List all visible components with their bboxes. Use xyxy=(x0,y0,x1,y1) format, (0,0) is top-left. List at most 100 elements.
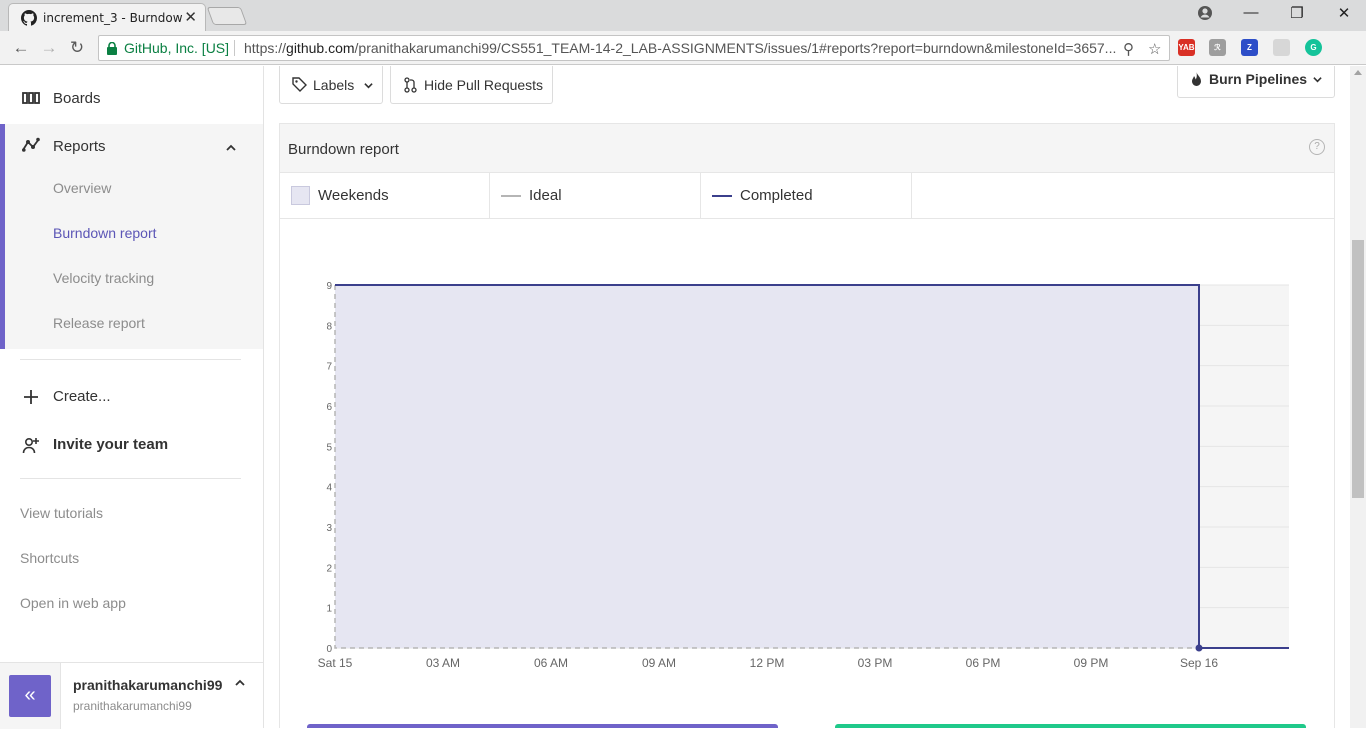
view-tutorials-link[interactable]: View tutorials xyxy=(20,505,103,521)
y-tick-label: 7 xyxy=(326,362,332,373)
page-scrollbar[interactable] xyxy=(1350,66,1366,728)
y-tick-label: 4 xyxy=(326,483,332,494)
x-tick-label: 03 PM xyxy=(858,656,893,670)
reports-section: Reports Overview Burndown report Velocit… xyxy=(0,124,263,349)
legend-ideal[interactable]: Ideal xyxy=(490,173,701,218)
main-content: Labels Hide Pull Requests Burn Pipelines… xyxy=(264,66,1350,728)
collapse-sidebar-button[interactable]: « xyxy=(9,675,51,717)
y-tick-label: 0 xyxy=(326,644,332,655)
x-tick-label: Sep 16 xyxy=(1180,656,1218,670)
x-tick-label: Sat 15 xyxy=(318,656,353,670)
create-label: Create... xyxy=(53,388,111,405)
sidebar-divider xyxy=(20,478,241,479)
url-text[interactable]: https://github.com/pranithakarumanchi99/… xyxy=(244,40,1120,56)
y-tick-label: 9 xyxy=(326,281,332,292)
flame-icon xyxy=(1192,72,1201,86)
completed-swatch xyxy=(712,195,732,197)
grammarly-icon[interactable]: G xyxy=(1305,39,1322,56)
labels-button-label: Labels xyxy=(313,77,355,93)
url-divider xyxy=(234,40,235,56)
page-extension-icon[interactable] xyxy=(1273,39,1290,56)
new-tab-button[interactable] xyxy=(206,7,248,25)
legend-weekends[interactable]: Weekends xyxy=(280,173,490,218)
maximize-icon[interactable]: ❐ xyxy=(1282,4,1312,22)
open-web-app-link[interactable]: Open in web app xyxy=(20,595,126,611)
reload-icon[interactable]: ↻ xyxy=(67,38,87,58)
tab-title: increment_3 - Burndown xyxy=(43,11,183,25)
minimize-icon[interactable]: — xyxy=(1236,4,1266,21)
sidebar-item-boards[interactable]: Boards xyxy=(0,80,263,120)
add-user-icon xyxy=(22,437,39,454)
invite-team-button[interactable]: Invite your team xyxy=(0,426,263,466)
legend-completed[interactable]: Completed xyxy=(701,173,912,218)
x-tick-label: 06 PM xyxy=(966,656,1001,670)
burn-pipelines-button[interactable]: Burn Pipelines xyxy=(1177,66,1335,98)
reports-icon xyxy=(22,137,40,152)
chevron-down-icon xyxy=(364,83,373,89)
browser-tab[interactable]: increment_3 - Burndown ✕ xyxy=(8,3,206,31)
shortcuts-link[interactable]: Shortcuts xyxy=(20,550,79,566)
yab-extension-icon[interactable]: YAB xyxy=(1178,39,1195,56)
y-tick-label: 8 xyxy=(326,321,332,332)
forward-icon[interactable]: → xyxy=(39,38,59,58)
z-extension-icon[interactable]: Z xyxy=(1241,39,1258,56)
burndown-report-card: Burndown report ? Weekends Ideal Complet… xyxy=(279,123,1335,728)
report-header: Burndown report ? xyxy=(280,124,1334,173)
action-bar-right[interactable] xyxy=(835,724,1306,728)
address-bar[interactable]: GitHub, Inc. [US] https://github.com/pra… xyxy=(98,35,1170,61)
report-item-velocity[interactable]: Velocity tracking xyxy=(53,270,154,286)
report-title: Burndown report xyxy=(288,141,399,158)
chevron-up-icon[interactable] xyxy=(234,677,246,689)
create-button[interactable]: Create... xyxy=(0,378,263,418)
y-tick-label: 1 xyxy=(326,604,332,615)
x-tick-label: 06 AM xyxy=(534,656,568,670)
report-item-overview[interactable]: Overview xyxy=(53,180,111,196)
weekends-swatch xyxy=(291,186,310,205)
close-window-icon[interactable]: ✕ xyxy=(1329,4,1359,22)
chevron-down-icon xyxy=(1313,77,1322,83)
action-bar-left[interactable] xyxy=(307,724,778,728)
x-tick-label: 03 AM xyxy=(426,656,460,670)
invite-label: Invite your team xyxy=(53,436,169,453)
user-name[interactable]: pranithakarumanchi99 xyxy=(73,677,223,693)
profile-icon[interactable] xyxy=(1197,5,1213,21)
extension-icon[interactable]: ℛ xyxy=(1209,39,1226,56)
hide-pull-requests-label: Hide Pull Requests xyxy=(424,77,544,93)
completed-area xyxy=(335,285,1199,648)
ideal-swatch xyxy=(501,195,521,197)
y-tick-label: 3 xyxy=(326,523,332,534)
legend-ideal-label: Ideal xyxy=(529,187,562,204)
sidebar-footer: « pranithakarumanchi99 pranithakarumanch… xyxy=(0,662,263,729)
report-item-burndown[interactable]: Burndown report xyxy=(53,225,157,241)
legend-completed-label: Completed xyxy=(740,187,813,204)
boards-icon xyxy=(22,92,40,104)
weekend-band xyxy=(1199,285,1289,648)
scrollbar-thumb[interactable] xyxy=(1352,240,1364,498)
plus-icon xyxy=(24,390,38,404)
zoom-icon[interactable]: ⚲ xyxy=(1123,40,1134,58)
labels-filter-button[interactable]: Labels xyxy=(279,66,383,104)
lock-icon xyxy=(107,42,117,55)
sidebar: Boards Reports Overview Burndown report … xyxy=(0,66,264,729)
sidebar-divider xyxy=(20,359,241,360)
browser-toolbar: ← → ↻ GitHub, Inc. [US] https://github.c… xyxy=(0,31,1366,92)
y-tick-label: 5 xyxy=(326,442,332,453)
burn-pipelines-label: Burn Pipelines xyxy=(1209,71,1308,87)
hide-pull-requests-button[interactable]: Hide Pull Requests xyxy=(390,66,553,104)
legend-weekends-label: Weekends xyxy=(318,187,389,204)
back-icon[interactable]: ← xyxy=(11,38,31,58)
pull-request-icon xyxy=(404,77,417,93)
tag-icon xyxy=(292,77,307,92)
sidebar-item-reports[interactable]: Reports xyxy=(0,132,263,164)
report-item-release[interactable]: Release report xyxy=(53,315,145,331)
collapse-sidebar-area: « xyxy=(0,663,61,729)
tab-close-icon[interactable]: ✕ xyxy=(184,8,197,26)
x-tick-label: 09 AM xyxy=(642,656,676,670)
help-icon[interactable]: ? xyxy=(1309,139,1325,155)
scroll-up-icon[interactable] xyxy=(1354,70,1362,75)
chevron-up-icon[interactable] xyxy=(225,142,237,154)
bookmark-star-icon[interactable]: ☆ xyxy=(1148,40,1161,58)
browser-tabstrip: increment_3 - Burndown ✕ — ❐ ✕ xyxy=(0,0,1366,31)
y-tick-label: 2 xyxy=(326,563,332,574)
y-tick-label: 6 xyxy=(326,402,332,413)
